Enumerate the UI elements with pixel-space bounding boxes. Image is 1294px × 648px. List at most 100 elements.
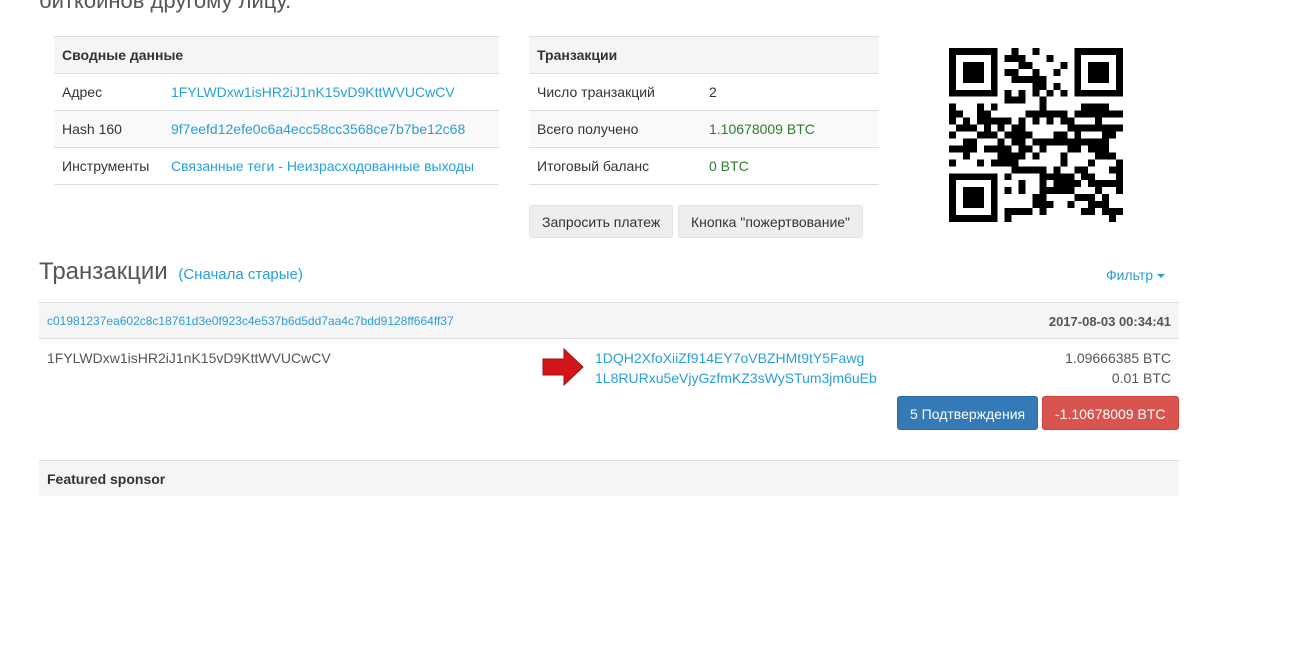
output-address-1[interactable]: 1DQH2XfoXiiZf914EY7oVBZHMt9tY5Fawg xyxy=(595,350,864,366)
qr-module xyxy=(1116,48,1123,55)
qr-module xyxy=(983,48,991,55)
net-amount-button[interactable]: -1.10678009 BTC xyxy=(1042,396,1179,430)
qr-module xyxy=(1074,138,1082,146)
qr-module xyxy=(1116,82,1123,90)
qr-module xyxy=(1102,89,1110,97)
qr-module xyxy=(1053,131,1061,139)
qr-module xyxy=(1095,117,1103,125)
qr-module xyxy=(1067,124,1075,132)
qr-module xyxy=(1088,208,1096,216)
qr-module xyxy=(949,194,956,202)
qr-module xyxy=(1025,166,1033,174)
qr-module xyxy=(1116,208,1123,216)
qr-module xyxy=(976,159,984,167)
qr-module xyxy=(1060,173,1068,181)
related-tags-link[interactable]: Связанные теги xyxy=(171,158,274,174)
qr-module xyxy=(1081,208,1089,216)
qr-module xyxy=(997,138,1005,146)
qr-module xyxy=(1039,96,1047,104)
qr-module xyxy=(962,152,970,160)
request-payment-button[interactable]: Запросить платеж xyxy=(529,205,674,238)
filter-dropdown[interactable]: Фильтр xyxy=(1106,267,1166,283)
sort-oldest-link[interactable]: (Сначала старые) xyxy=(178,266,303,283)
qr-module xyxy=(1032,117,1040,125)
qr-module xyxy=(949,215,956,222)
confirmations-button[interactable]: 5 Подтверждения xyxy=(897,396,1039,430)
qr-module xyxy=(1109,152,1117,160)
qr-module xyxy=(1032,75,1040,83)
qr-module xyxy=(1067,145,1075,153)
qr-module xyxy=(1102,208,1110,216)
qr-module xyxy=(1116,110,1123,118)
qr-module xyxy=(949,201,956,209)
qr-module xyxy=(962,68,970,76)
qr-module xyxy=(1074,131,1082,139)
qr-module xyxy=(1053,180,1061,188)
qr-module xyxy=(1039,166,1047,174)
featured-sponsor-panel: Featured sponsor xyxy=(39,460,1179,496)
final-balance-value: 0 BTC xyxy=(701,147,879,185)
hash160-link[interactable]: 9f7eefd12efe0c6a4ecc58cc3568ce7b7be12c68 xyxy=(171,121,465,137)
transactions-heading: Транзакции (Сначала старые) xyxy=(39,258,303,286)
qr-module xyxy=(1046,110,1054,118)
qr-module xyxy=(1074,75,1082,83)
qr-module xyxy=(969,173,977,181)
qr-module xyxy=(1067,187,1075,195)
qr-module xyxy=(1088,48,1096,55)
address-link[interactable]: 1FYLWDxw1isHR2iJ1nK15vD9KttWVUCwCV xyxy=(171,84,455,100)
unspent-outputs-link[interactable]: Неизрасходованные выходы xyxy=(287,158,474,174)
qr-module xyxy=(1011,152,1019,160)
qr-module xyxy=(1095,89,1103,97)
from-address: 1FYLWDxw1isHR2iJ1nK15vD9KttWVUCwCV xyxy=(47,350,331,366)
qr-module xyxy=(990,75,998,83)
qr-module xyxy=(1095,48,1103,55)
qr-module xyxy=(1109,215,1117,222)
qr-module xyxy=(1032,48,1040,55)
qr-module xyxy=(1011,124,1019,132)
qr-module xyxy=(990,159,998,167)
transaction-item: c01981237ea602c8c18761d3e0f923c4e537b6d5… xyxy=(39,302,1179,442)
qr-code-icon xyxy=(949,48,1123,222)
qr-module xyxy=(1116,68,1123,76)
qr-module xyxy=(1109,110,1117,118)
qr-module xyxy=(1109,48,1117,55)
qr-module xyxy=(1060,89,1068,97)
qr-module xyxy=(990,173,998,181)
qr-module xyxy=(962,201,970,209)
qr-module xyxy=(969,201,977,209)
output-address-2[interactable]: 1L8RURxu5eVjyGzfmKZ3sWySTum3jm6uEb xyxy=(595,370,877,386)
qr-module xyxy=(1081,48,1089,55)
qr-module xyxy=(1011,96,1019,104)
qr-module xyxy=(1018,96,1026,104)
transactions-summary-table: Транзакции Число транзакций 2 Всего полу… xyxy=(529,36,879,185)
qr-module xyxy=(1011,75,1019,83)
qr-module xyxy=(1039,103,1047,111)
qr-module xyxy=(1102,110,1110,118)
qr-module xyxy=(990,194,998,202)
qr-module xyxy=(1032,68,1040,76)
qr-module xyxy=(1088,201,1096,209)
qr-module xyxy=(1074,82,1082,90)
qr-module xyxy=(990,180,998,188)
qr-module xyxy=(1018,89,1026,97)
qr-module xyxy=(1088,61,1096,69)
qr-module xyxy=(1088,124,1096,132)
qr-module xyxy=(1081,194,1089,202)
qr-module xyxy=(1102,75,1110,83)
qr-module xyxy=(976,201,984,209)
qr-module xyxy=(1088,75,1096,83)
qr-module xyxy=(1046,187,1054,195)
qr-module xyxy=(1032,201,1040,209)
transactions-summary-title: Транзакции xyxy=(529,36,879,74)
donate-button[interactable]: Кнопка "пожертвование" xyxy=(678,205,864,238)
qr-module xyxy=(997,145,1005,153)
qr-module xyxy=(1060,117,1068,125)
qr-module xyxy=(1004,131,1012,139)
qr-module xyxy=(976,103,984,111)
qr-module xyxy=(969,48,977,55)
qr-module xyxy=(976,110,984,118)
qr-module xyxy=(1095,201,1103,209)
transaction-hash-link[interactable]: c01981237ea602c8c18761d3e0f923c4e537b6d5… xyxy=(47,314,454,328)
transaction-header: c01981237ea602c8c18761d3e0f923c4e537b6d5… xyxy=(39,302,1179,339)
qr-module xyxy=(1074,145,1082,153)
